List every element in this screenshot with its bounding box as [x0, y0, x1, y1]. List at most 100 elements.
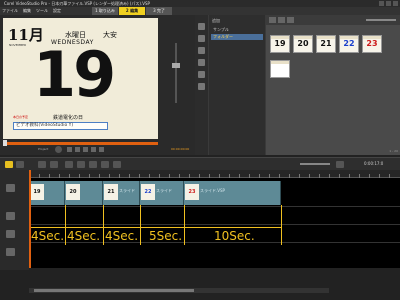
menu-file[interactable]: ファイル: [2, 7, 18, 15]
scrollbar-thumb[interactable]: [34, 289, 194, 292]
mix-icon[interactable]: [77, 161, 85, 168]
title-track-icon[interactable]: [6, 230, 15, 238]
timeline-playhead[interactable]: [29, 170, 31, 268]
thumb-number: 22: [343, 39, 355, 48]
calendar-date: 19: [33, 38, 116, 111]
folder-item-sample[interactable]: サンプル: [211, 27, 263, 33]
redo-icon[interactable]: [50, 161, 58, 168]
menu-bar: ファイル 編集 ツール 設定 1 取り込み 2 編集 3 完了: [0, 7, 400, 15]
library-thumbnail[interactable]: 22: [339, 35, 359, 53]
close-icon[interactable]: [393, 1, 398, 6]
thumbnail-size-slider[interactable]: [366, 19, 396, 21]
preview-scrubber[interactable]: [3, 140, 158, 146]
tab-capture[interactable]: 1 取り込み: [92, 7, 118, 15]
track-divider: [29, 224, 400, 225]
preview-panel: 11月 NOVEMBER 水曜日 大安 WEDNESDAY 19 本日の予定 鉄…: [0, 15, 195, 155]
overlay-track-icon[interactable]: [6, 212, 15, 220]
thumb-header: [317, 36, 335, 39]
duration-label: 10Sec.: [214, 229, 255, 243]
menu-tools[interactable]: ツール: [36, 7, 48, 15]
volume-icon[interactable]: [99, 147, 104, 152]
preview-screen[interactable]: 11月 NOVEMBER 水曜日 大安 WEDNESDAY 19 本日の予定 鉄…: [3, 18, 158, 139]
menu-settings[interactable]: 設定: [53, 7, 61, 15]
library-thumbnail[interactable]: 20: [293, 35, 313, 53]
transition-icon[interactable]: [198, 47, 205, 54]
library-thumbnail[interactable]: 19: [270, 35, 290, 53]
grid-view-icon[interactable]: [287, 17, 294, 23]
menu-list: ファイル 編集 ツール 設定: [2, 7, 61, 15]
motion-track-icon[interactable]: [101, 161, 109, 168]
storyboard-view-icon[interactable]: [5, 161, 13, 168]
tab-share[interactable]: 3 完了: [146, 7, 172, 15]
clip-name: スライド: [156, 188, 172, 193]
project-mode-label[interactable]: Project: [38, 147, 48, 151]
repeat-icon[interactable]: [91, 147, 96, 152]
timeline-clip[interactable]: 19: [29, 181, 65, 205]
timeline-scrollbar[interactable]: [29, 288, 329, 293]
thumb-header: [294, 36, 312, 39]
minimize-icon[interactable]: [379, 1, 384, 6]
clip-thumbnail: 22: [141, 184, 155, 200]
thumb-number: 20: [297, 39, 309, 48]
calendar-credit: ビデオ教科(VideoStudio Y): [13, 122, 108, 130]
graphic-icon[interactable]: [198, 71, 205, 78]
timeline-ruler[interactable]: [29, 170, 400, 178]
duration-marker: [65, 205, 66, 245]
library-category-bar: [195, 15, 208, 155]
duration-marker: [103, 205, 104, 245]
timeline-clip[interactable]: 22 スライド: [140, 181, 184, 205]
thumb-header: [340, 36, 358, 39]
playback-controls: Project 00:00:00:00: [3, 146, 193, 154]
timeline-clip[interactable]: 23 スライド.VSP: [184, 181, 281, 205]
folder-item-folder[interactable]: フォルダー: [211, 34, 263, 40]
library-content: 19 20 21 22 23 1 - 20: [266, 15, 400, 155]
timeline-clip[interactable]: 21 スライド: [103, 181, 140, 205]
video-track-icon[interactable]: [6, 184, 15, 192]
duration-marker: [281, 205, 282, 245]
fit-project-icon[interactable]: [336, 161, 344, 168]
library-toolbar: [266, 15, 400, 25]
undo-icon[interactable]: [38, 161, 46, 168]
media-icon[interactable]: [198, 23, 205, 30]
library-thumbnail[interactable]: [270, 60, 290, 78]
volume-knob-icon[interactable]: [172, 63, 180, 68]
timeline-clip[interactable]: 20: [65, 181, 103, 205]
track-headers: [0, 170, 29, 270]
timeline-view-icon[interactable]: [16, 161, 24, 168]
duration-label: 4Sec.: [105, 229, 139, 243]
window-controls: [379, 1, 398, 6]
auto-music-icon[interactable]: [89, 161, 97, 168]
title-bar: Corel VideoStudio Pro - 日本刃華ファイル.VSP (レン…: [0, 0, 400, 7]
preview-timecode[interactable]: 00:00:00:00: [171, 147, 189, 151]
add-folder-button[interactable]: 追加: [212, 18, 220, 24]
maximize-icon[interactable]: [386, 1, 391, 6]
tab-edit[interactable]: 2 編集: [119, 7, 145, 15]
record-icon[interactable]: [65, 161, 73, 168]
library-thumbnail[interactable]: 21: [316, 35, 336, 53]
scrubber-handle-icon[interactable]: [3, 140, 7, 146]
subtitle-icon[interactable]: [113, 161, 121, 168]
duration-label: 4Sec.: [31, 229, 65, 243]
library-folder-list: 追加 サンプル フォルダー: [209, 15, 265, 155]
end-icon[interactable]: [83, 147, 88, 152]
import-icon[interactable]: [269, 17, 276, 23]
thumb-number: 23: [366, 39, 378, 48]
menu-edit[interactable]: 編集: [23, 7, 31, 15]
play-icon[interactable]: [55, 146, 62, 153]
filter-icon[interactable]: [198, 83, 205, 90]
step-forward-icon[interactable]: [75, 147, 80, 152]
mode-tabs: 1 取り込み 2 編集 3 完了: [92, 7, 172, 15]
timeline-zoom-slider[interactable]: [300, 163, 330, 165]
clip-thumbnail: 21: [104, 184, 118, 200]
volume-slider[interactable]: [175, 43, 177, 103]
instant-project-icon[interactable]: [198, 35, 205, 42]
library-thumbnail[interactable]: 23: [362, 35, 382, 53]
title-icon[interactable]: [198, 59, 205, 66]
thumb-header: [271, 36, 289, 39]
clip-name: スライド: [119, 188, 135, 193]
voice-track-icon[interactable]: [6, 248, 15, 256]
calendar-holiday: 鉄道電化の日: [53, 115, 84, 121]
timeline-timecode[interactable]: 0:00:17:0: [364, 161, 383, 166]
list-view-icon[interactable]: [278, 17, 285, 23]
step-back-icon[interactable]: [67, 147, 72, 152]
